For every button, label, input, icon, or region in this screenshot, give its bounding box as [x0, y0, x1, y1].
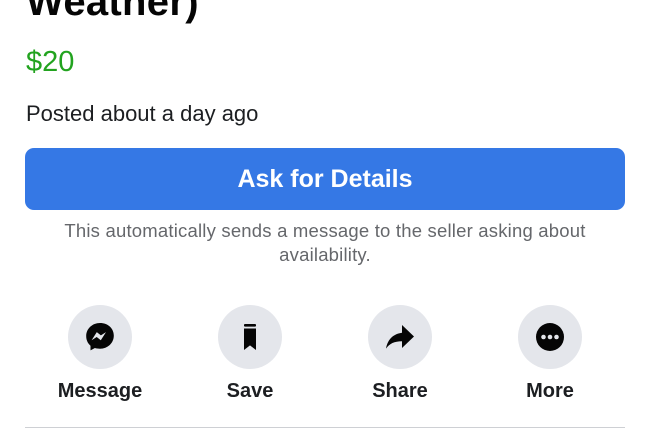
more-dots-icon	[536, 323, 564, 351]
ask-for-details-button[interactable]: Ask for Details	[25, 148, 625, 210]
share-button[interactable]: Share	[340, 305, 460, 405]
save-button[interactable]: Save	[190, 305, 310, 405]
save-label: Save	[226, 380, 274, 402]
posted-time: Posted about a day ago	[26, 101, 259, 126]
save-icon-circle[interactable]	[218, 305, 282, 369]
listing-price: $20	[26, 46, 75, 78]
share-arrow-icon	[386, 325, 414, 349]
divider	[25, 427, 625, 428]
more-button[interactable]: More	[490, 305, 610, 405]
share-label: Share	[372, 380, 428, 402]
more-icon-circle[interactable]	[518, 305, 582, 369]
messenger-icon	[86, 323, 114, 351]
listing-detail: Weather) $20 Posted about a day ago Ask …	[0, 0, 650, 441]
message-button[interactable]: Message	[40, 305, 160, 405]
listing-title: Weather)	[26, 0, 199, 24]
more-label: More	[526, 380, 574, 402]
bookmark-icon	[244, 324, 256, 350]
share-icon-circle[interactable]	[368, 305, 432, 369]
message-label: Message	[57, 380, 143, 402]
message-icon-circle[interactable]	[68, 305, 132, 369]
cta-note: This automatically sends a message to th…	[64, 220, 586, 265]
